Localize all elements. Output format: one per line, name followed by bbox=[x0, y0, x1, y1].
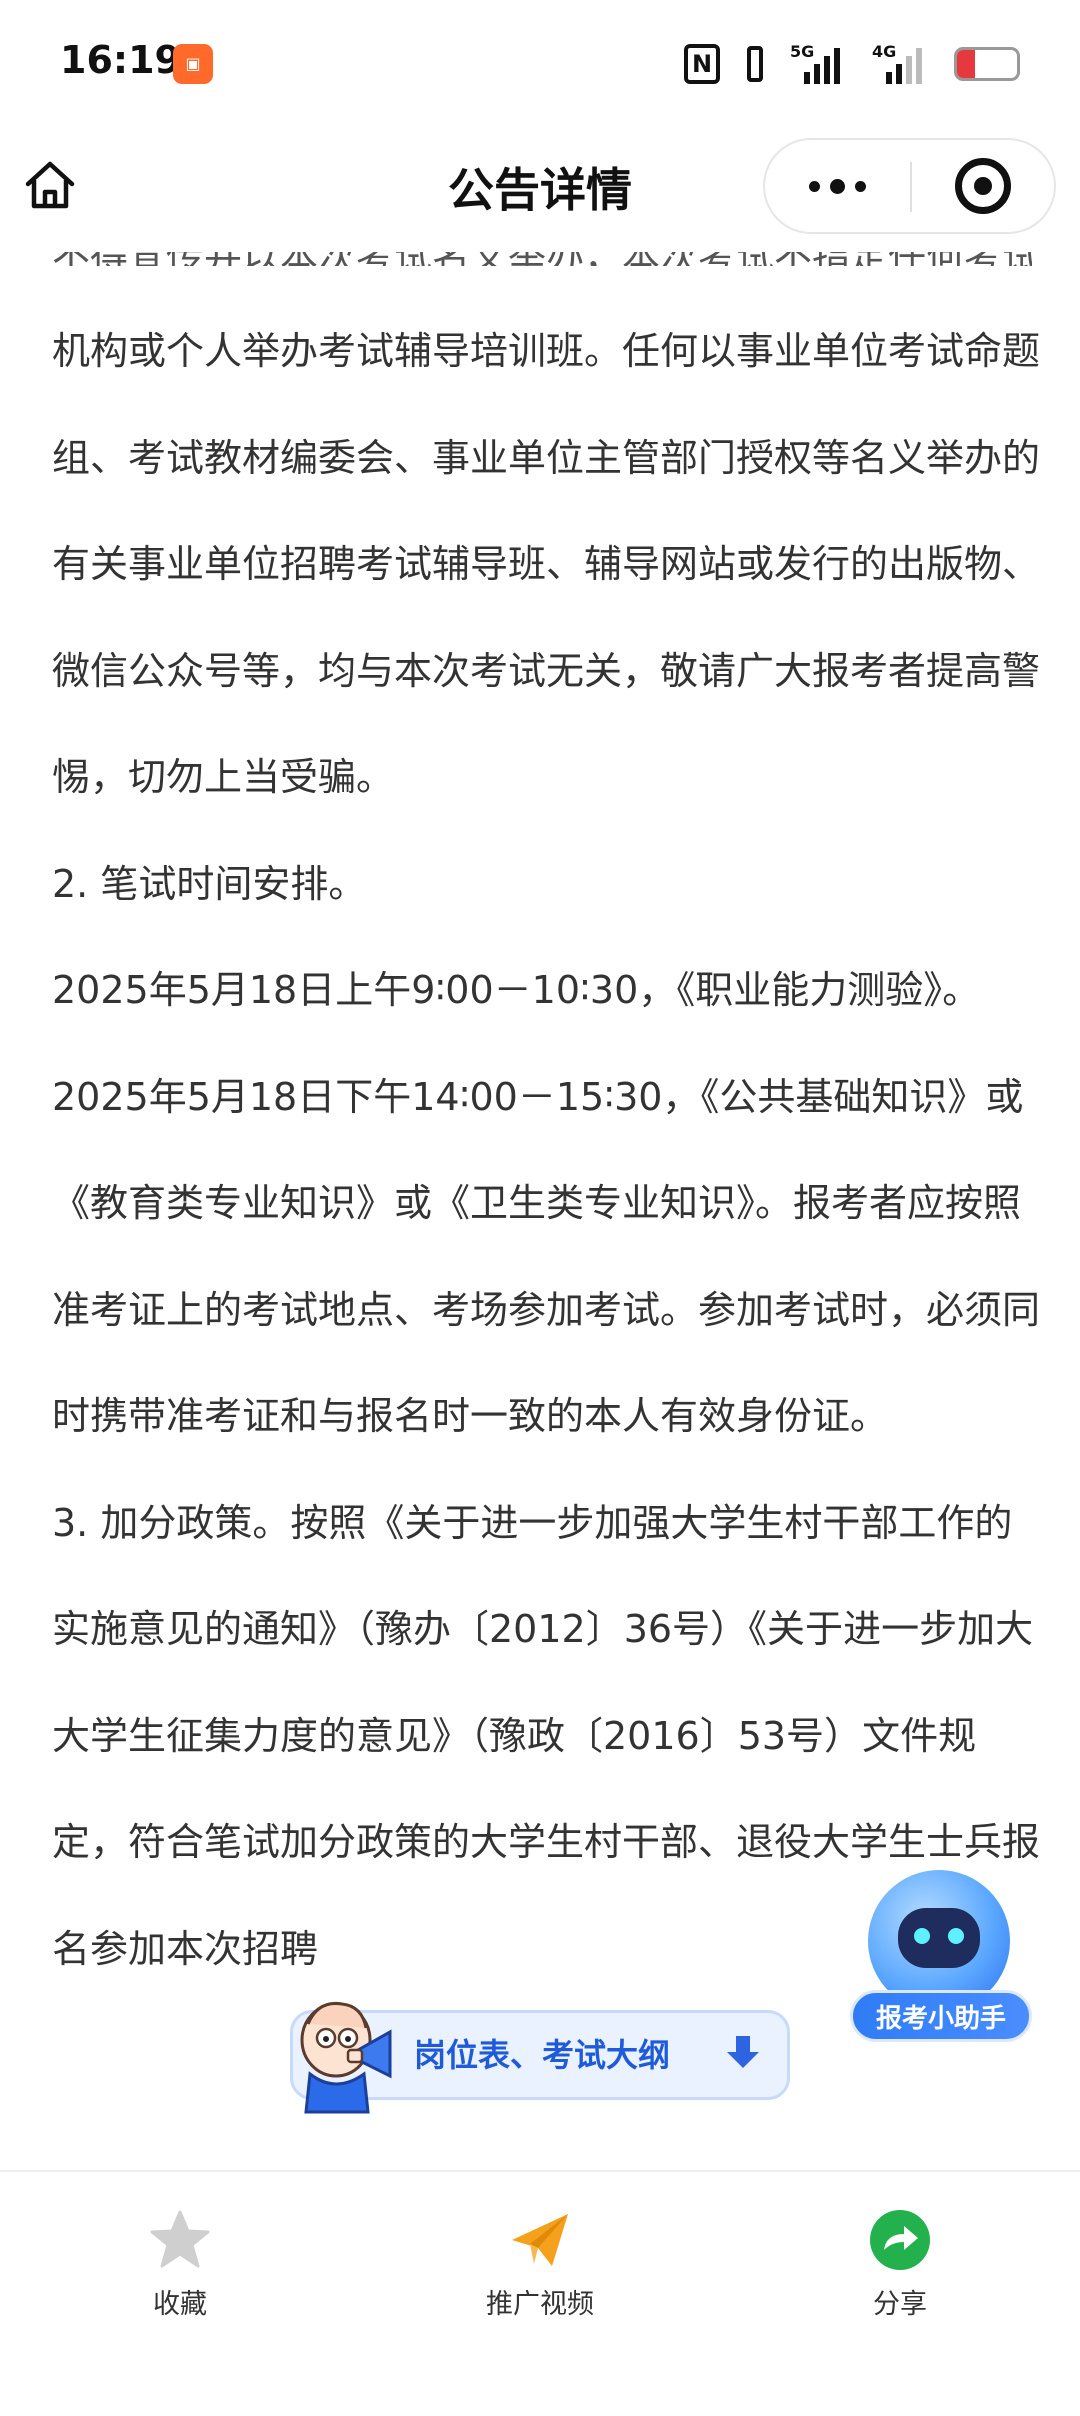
paragraph: 机构或个人举办考试辅导培训班。任何以事业单位考试命题组、考试教材编委会、事业单位… bbox=[52, 329, 1041, 799]
promo-label: 岗位表、考试大纲 bbox=[414, 2036, 671, 2074]
tab-favorite[interactable]: 收藏 bbox=[80, 2208, 280, 2321]
tab-promo-video-label: 推广视频 bbox=[486, 2289, 594, 2320]
share-arrow-icon bbox=[868, 2208, 932, 2272]
tab-share[interactable]: 分享 bbox=[800, 2208, 1000, 2321]
nfc-icon: N bbox=[684, 44, 720, 84]
bottom-action-bar: 收藏 推广视频 分享 bbox=[0, 2170, 1080, 2416]
signal-5g-icon: 5G bbox=[790, 42, 854, 86]
nav-bar: 公告详情 bbox=[0, 130, 1080, 242]
status-bar: 16:19 ▣ N 5G 4G 8 bbox=[0, 0, 1080, 130]
tab-share-label: 分享 bbox=[873, 2289, 927, 2320]
assistant-button[interactable]: 报考小助手 bbox=[850, 1870, 1032, 2056]
tab-promo-video[interactable]: 推广视频 bbox=[440, 2208, 640, 2321]
star-icon bbox=[148, 2208, 212, 2272]
partial-text-line: 不得宣传并以本次考试名义举办，本次考试不指定任何考试辅导用书 bbox=[52, 252, 1032, 266]
article-body: 机构或个人举办考试辅导培训班。任何以事业单位考试命题组、考试教材编委会、事业单位… bbox=[52, 298, 1042, 2002]
megaphone-mascot-icon bbox=[288, 1994, 408, 2114]
paragraph: 2025年5月18日上午9∶00－10∶30，《职业能力测验》。 bbox=[52, 968, 981, 1012]
mini-program-capsule bbox=[763, 138, 1056, 234]
status-icons: N 5G 4G 8 bbox=[684, 40, 1020, 88]
battery-icon: 8 bbox=[954, 47, 1020, 81]
tab-favorite-label: 收藏 bbox=[153, 2289, 207, 2320]
paragraph: 2025年5月18日下午14∶00－15∶30，《公共基础知识》或《教育类专业知… bbox=[52, 1074, 1041, 1439]
target-close-icon[interactable] bbox=[955, 158, 1011, 214]
orange-app-icon: ▣ bbox=[173, 44, 213, 84]
capsule-divider bbox=[910, 162, 912, 212]
content-fade bbox=[0, 2110, 1080, 2170]
battery-level: 8 bbox=[979, 51, 995, 76]
promo-banner[interactable]: 岗位表、考试大纲 bbox=[290, 2001, 790, 2114]
download-arrow-icon bbox=[722, 2032, 764, 2074]
more-dots-icon[interactable] bbox=[765, 140, 910, 232]
paper-plane-icon bbox=[508, 2208, 572, 2272]
paragraph: 2. 笔试时间安排。 bbox=[52, 861, 367, 906]
status-time: 16:19 bbox=[60, 38, 181, 82]
signal-4g-icon: 4G bbox=[872, 42, 936, 86]
vibrate-icon bbox=[738, 44, 772, 84]
assistant-label: 报考小助手 bbox=[850, 1990, 1032, 2042]
